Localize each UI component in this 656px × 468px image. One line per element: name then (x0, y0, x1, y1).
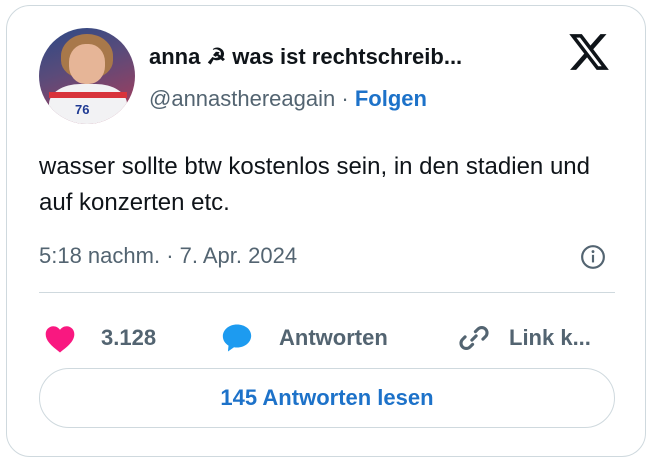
like-count: 3.128 (101, 325, 157, 350)
divider (39, 292, 615, 293)
follow-button[interactable]: Folgen (355, 86, 427, 111)
speech-bubble-icon (222, 324, 252, 352)
read-replies-button[interactable]: 145 Antworten lesen (39, 368, 615, 428)
heart-icon (45, 326, 75, 353)
like-button[interactable]: 3.128 (43, 318, 156, 358)
tweet-text: wasser sollte btw kostenlos sein, in den… (39, 153, 590, 216)
reply-button[interactable]: Antworten (219, 318, 388, 358)
tweet-card: 76 anna ☭ was ist rechtschreib... @annas… (6, 5, 646, 457)
author-handle[interactable]: @annasthereagain (149, 86, 335, 111)
info-icon[interactable] (580, 244, 606, 270)
x-logo-icon[interactable] (567, 30, 611, 74)
tweet-timestamp[interactable]: 5:18 nachm. · 7. Apr. 2024 (39, 243, 297, 269)
author-display-name[interactable]: anna ☭ was ist rechtschreib... (149, 44, 462, 70)
copy-link-label: Link k... (509, 325, 591, 350)
separator: · (341, 86, 349, 111)
link-icon (459, 325, 489, 351)
avatar[interactable]: 76 (39, 28, 135, 124)
copy-link-button[interactable]: Link k... (457, 318, 591, 358)
reply-label: Antworten (279, 325, 388, 350)
author-handle-row: @annasthereagain · Folgen (149, 86, 427, 112)
